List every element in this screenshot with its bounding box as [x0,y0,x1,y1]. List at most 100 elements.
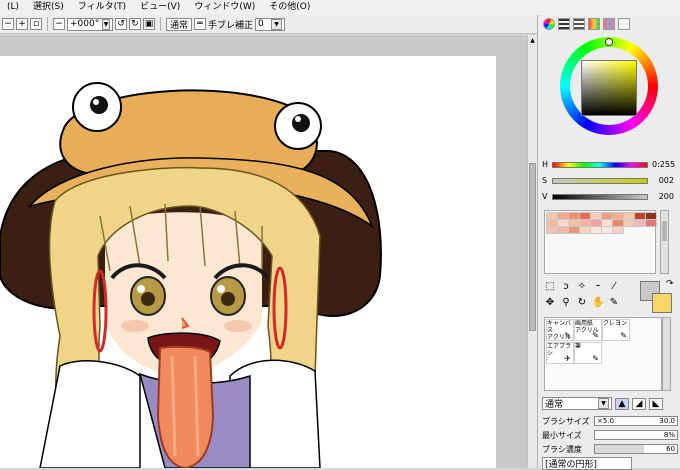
value-slider-row: V 200 [542,191,678,202]
swatch[interactable] [612,226,624,234]
lasso-icon[interactable]: ↄ [560,281,572,293]
brush-icon: ✎ [592,331,599,340]
rotation-combo[interactable]: +000° ▼ [67,17,113,31]
brush-icon: ✎ [564,331,571,340]
hue-label: H [542,160,549,169]
swatch-tab[interactable] [603,18,615,30]
brush-label: 筆 [575,343,582,350]
stabilizer-combo[interactable]: 0 ▼ [255,17,286,31]
brush-size-label: ブラシサイズ [542,416,590,426]
menu-other[interactable]: その他(O) [262,0,317,15]
mixer-tab[interactable] [588,18,600,30]
brush-icon: ✎ [620,331,627,340]
brush-icon: ✈ [564,354,571,363]
brush-blend-select[interactable]: 通常 ▼ [542,397,612,410]
tool-icons: ⬚ ↄ ✧ ⁃ ⁄ ✥ ⚲ ↻ ✋ ✎ [544,281,624,311]
hsv-slider-tab[interactable] [573,18,585,30]
brush-label: クレヨン [603,320,628,327]
canvas-area[interactable] [0,35,527,468]
brush-list-scrollbar[interactable] [662,317,671,391]
canvas-vertical-scrollbar[interactable]: ▲ [527,35,537,468]
min-size-value: 8% [663,431,675,439]
magic-wand-icon[interactable]: ✧ [576,281,588,293]
menu-filter[interactable]: フィルタ(T) [71,0,133,15]
brush-list: キャンバス アクリル ✎ 画用紙 アクリル ✎ クレヨン ✎ エアブラシ ✈ 筆… [544,317,662,391]
rotate-ccw-icon[interactable]: ↺ [115,18,127,30]
color-wheel-tab[interactable] [543,18,555,30]
side-panel: H 0:255 S 002 V 200 ⬚ ↄ ✧ ⁃ ⁄ ✥ ⚲ ↻ ✋ ✎ … [537,15,680,470]
rotate-view-icon[interactable]: ↻ [576,297,588,309]
value-label: V [542,192,548,201]
brush-size-field[interactable]: ×5.0 30.0 [594,416,678,426]
brush-canvas-acrylic[interactable]: キャンバス アクリル ✎ [546,319,574,341]
rect-select-icon[interactable]: ⬚ [544,281,556,293]
move-icon[interactable]: ✥ [544,297,556,309]
menu-window[interactable]: ウィンドウ(W) [187,0,262,15]
brush-size-multiplier: ×5.0 [597,417,614,425]
saturation-slider-row: S 002 [542,175,678,186]
blend-mode-label: 通常 [169,20,188,31]
eyedropper-icon[interactable]: ⁄ [608,281,620,293]
saturation-value: 002 [658,176,674,185]
blend-mode-button[interactable]: 通常 [166,17,192,31]
menu-layer[interactable]: (L) [0,0,26,15]
value-slider[interactable] [552,193,648,200]
secondary-color-swatch[interactable] [652,293,672,313]
brush-size-row: ブラシサイズ ×5.0 30.0 [542,415,678,427]
rotate-cw-icon[interactable]: ↻ [129,18,141,30]
brush-paper-acrylic[interactable]: 画用紙 アクリル ✎ [574,319,602,341]
chevron-down-icon: ▼ [271,18,283,30]
edge-soft-icon[interactable]: ◣ [649,397,663,410]
menu-view[interactable]: ビュー(V) [133,0,187,15]
rotate-left-button[interactable]: − [53,18,65,30]
saturation-label: S [542,176,548,185]
scrollbar-thumb[interactable] [529,163,536,331]
swatch[interactable] [645,219,657,227]
hand-icon[interactable]: ✋ [592,297,604,309]
reset-rotation-button[interactable]: ▣ [143,18,155,30]
brush-crayon[interactable]: クレヨン ✎ [602,319,630,341]
stabilizer-label: 手ブレ補正 [208,20,254,31]
brush-blend-row: 通常 ▼ ▲ ◢ ◣ [542,397,678,410]
zoom-out-button[interactable]: − [2,18,14,30]
swatch-grid [544,210,657,274]
menu-select[interactable]: 選択(S) [26,0,71,15]
text-tool-icon[interactable]: ⁃ [592,281,604,293]
drawing-canvas[interactable] [0,56,496,468]
stabilizer-value: 0 [258,19,264,29]
swatch-scroll-thumb[interactable] [662,221,667,241]
pen-icon[interactable]: ✎ [608,297,620,309]
hue-slider[interactable] [552,161,648,168]
chevron-down-icon: ▼ [598,398,609,409]
brush-fude[interactable]: 筆 ✎ [574,342,602,364]
zoom-icon[interactable]: ⚲ [560,297,572,309]
density-slider[interactable]: 60 [594,444,678,454]
min-size-row: 最小サイズ 8% [542,429,678,441]
edge-medium-icon[interactable]: ◢ [632,397,646,410]
saturation-value-square[interactable] [581,60,637,116]
saturation-slider[interactable] [552,177,648,184]
hue-value: 0:255 [652,160,676,169]
brush-airbrush[interactable]: エアブラシ ✈ [546,342,574,364]
invert-view-icon[interactable]: ═ [194,18,206,30]
rgb-slider-tab[interactable] [558,18,570,30]
zoom-in-button[interactable]: + [16,18,28,30]
brush-blend-value: 通常 [545,400,564,410]
chevron-up-icon[interactable]: ▲ [529,37,536,45]
scratchpad-tab[interactable] [618,18,630,30]
illustration [0,82,382,468]
min-size-label: 最小サイズ [542,430,582,440]
toolbar: − + ▫ − +000° ▼ ↺ ↻ ▣ 通常 ═ 手ブレ補正 0 ▼ [0,15,537,34]
menu-bar: (L) 選択(S) フィルタ(T) ビュー(V) ウィンドウ(W) その他(O) [0,0,680,16]
brush-shape-row: [通常の円形] [542,456,678,470]
zoom-reset-button[interactable]: ▫ [30,18,42,30]
brush-icon: ✎ [592,354,599,363]
hue-indicator-icon[interactable] [605,38,613,46]
min-size-slider[interactable]: 8% [594,430,678,440]
swatch-scrollbar[interactable] [660,210,669,274]
chevron-down-icon: ▼ [102,18,110,30]
swap-colors-icon[interactable]: ↷ [666,279,674,289]
toolbar-separator [47,17,48,31]
brush-size-value: 30.0 [659,417,675,425]
edge-hard-icon[interactable]: ▲ [615,397,629,410]
